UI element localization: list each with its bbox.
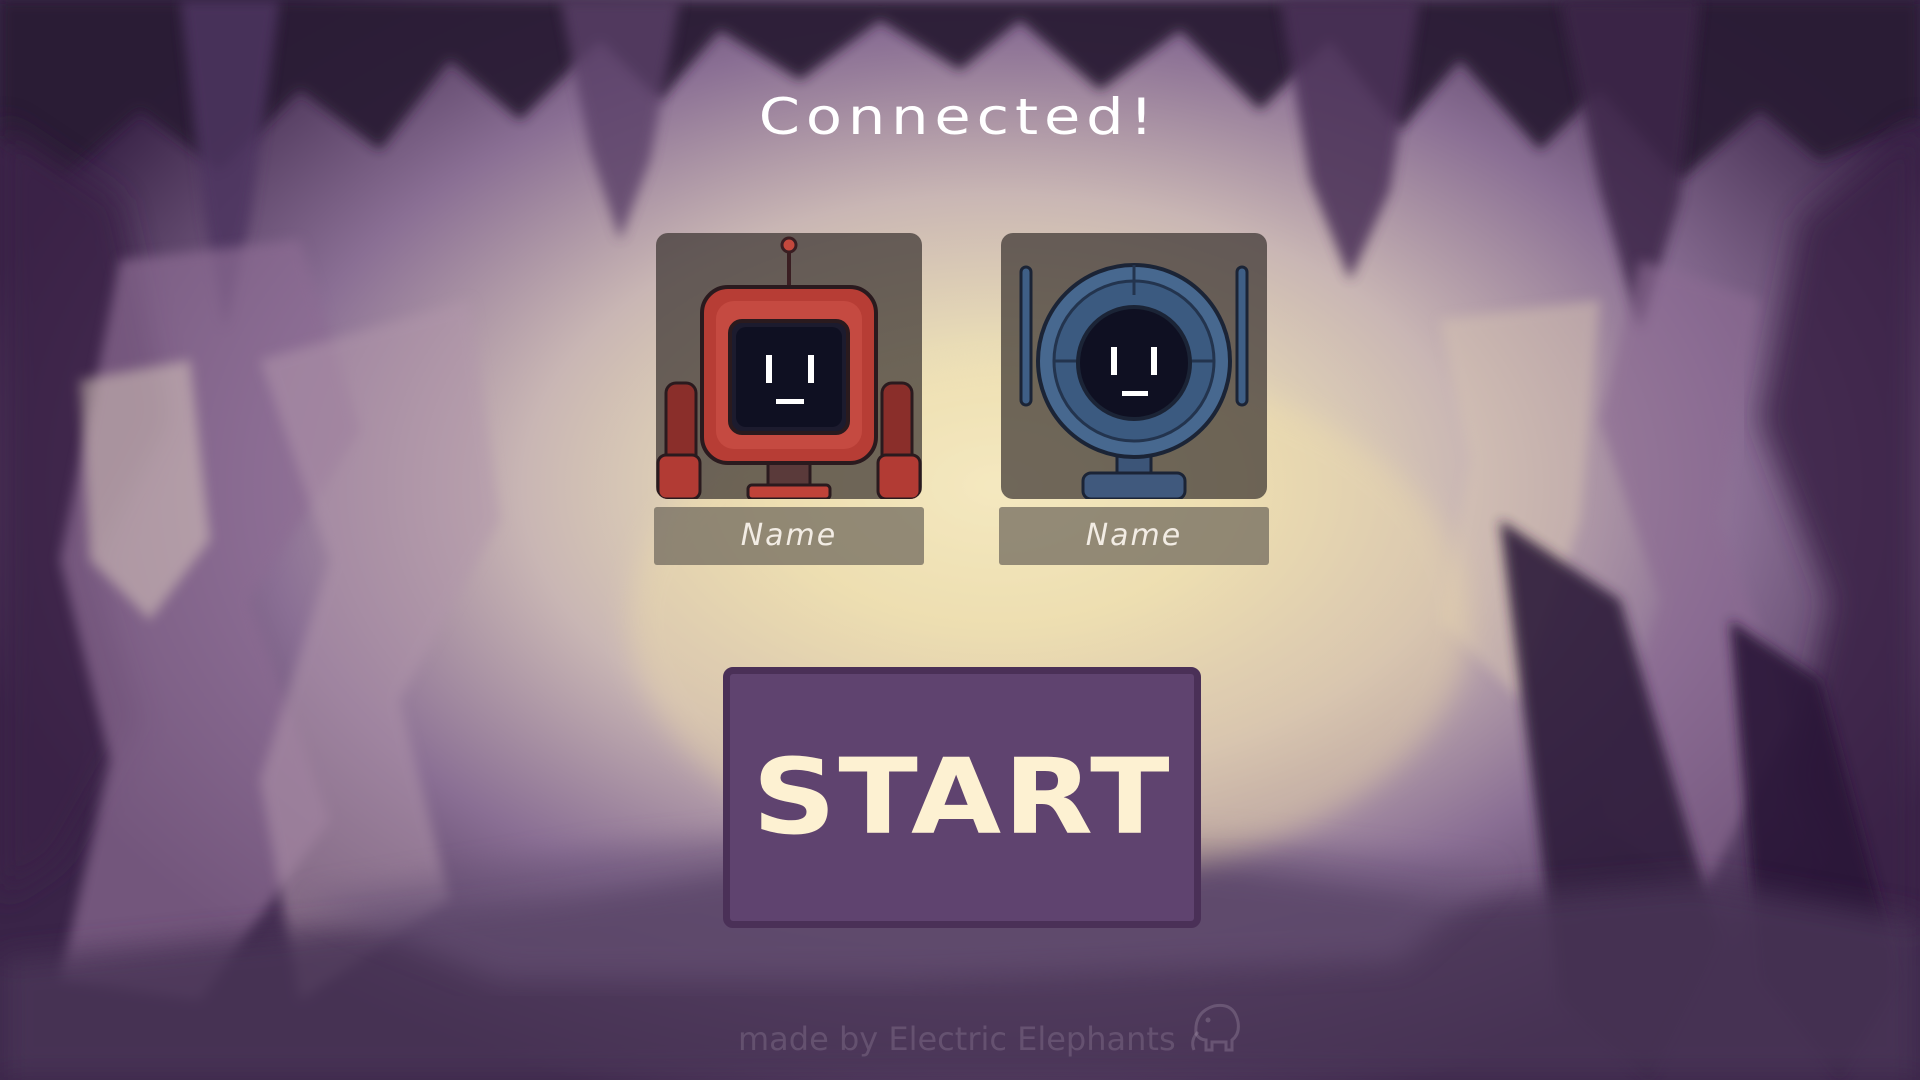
credit-text: made by Electric Elephants <box>738 1020 1176 1058</box>
player-2-name: Name <box>999 507 1269 565</box>
game-screen: Connected! Name Name START made by Elect… <box>0 0 1920 1080</box>
blue-robot-avatar <box>1001 233 1267 499</box>
connection-status-title: Connected! <box>758 88 1160 146</box>
red-robot-avatar <box>656 233 922 499</box>
start-button-label: START <box>752 736 1172 858</box>
player-card-2: Name <box>999 233 1269 565</box>
elephant-logo-icon <box>1191 1003 1240 1052</box>
start-button[interactable]: START <box>723 667 1201 928</box>
player-1-name: Name <box>654 507 924 565</box>
player-card-1: Name <box>654 233 924 565</box>
